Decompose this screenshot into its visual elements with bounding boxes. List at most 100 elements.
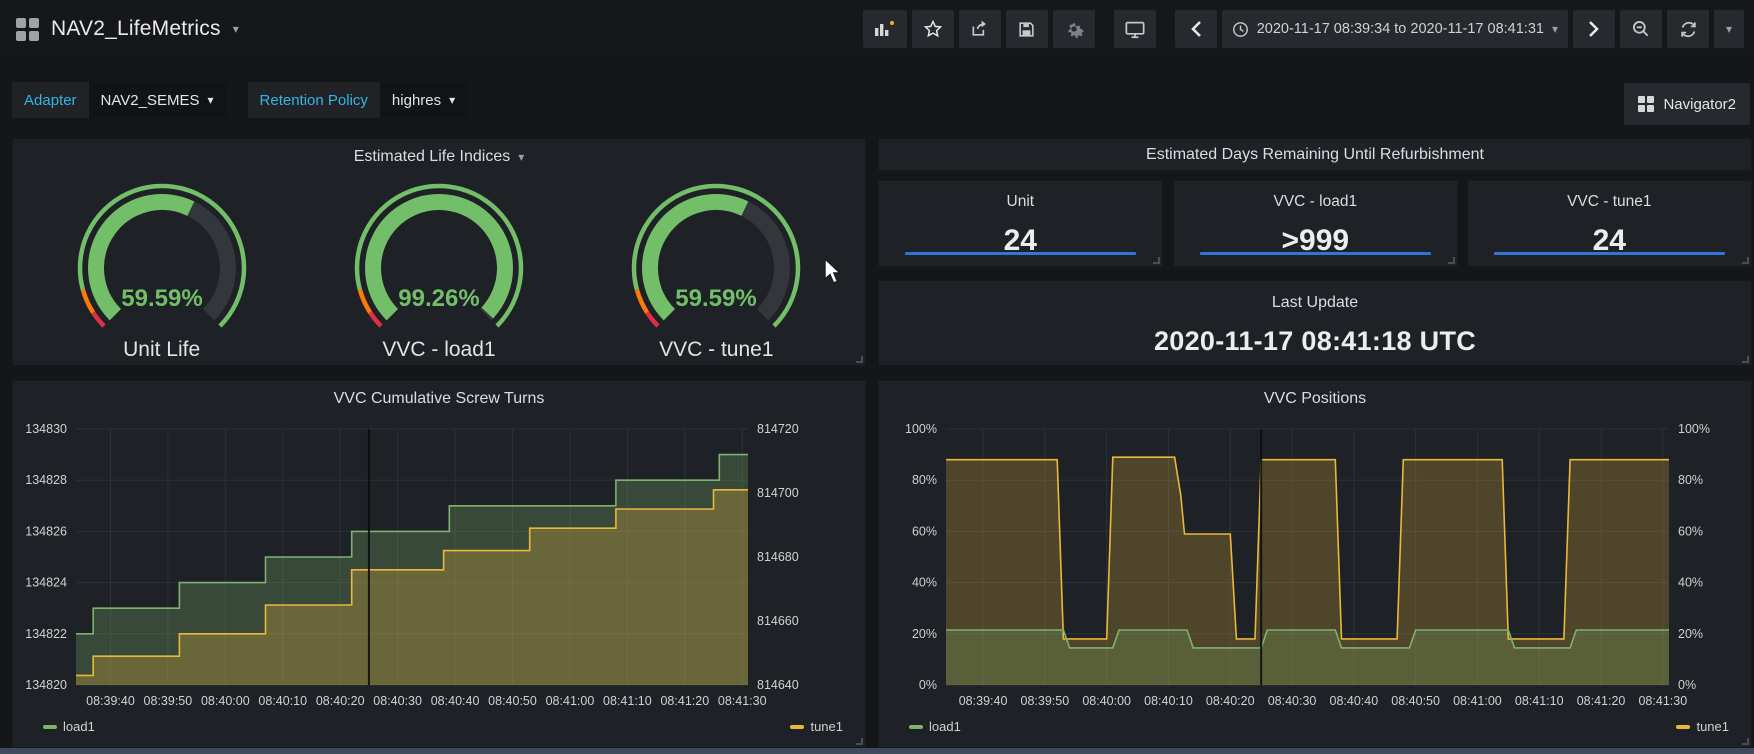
panel-resize-handle[interactable] [1742,738,1749,745]
share-dashboard-button[interactable] [959,10,1001,48]
gauge-arc: 59.59% [601,170,831,342]
refresh-dashboard-button[interactable] [1667,10,1709,48]
panel-last-update: Last Update 2020-11-17 08:41:18 UTC [878,280,1752,366]
x-axis-tick: 08:40:40 [431,694,480,708]
time-range-label: 2020-11-17 08:39:34 to 2020-11-17 08:41:… [1257,21,1544,37]
dashboard-title-button[interactable]: NAV2_LifeMetrics ▾ [0,17,239,41]
time-range-back-button[interactable] [1175,10,1217,48]
x-axis-tick: 08:40:00 [1082,694,1131,708]
x-axis-tick: 08:40:10 [1144,694,1193,708]
y-axis-tick-left: 134826 [25,524,67,538]
y-axis-tick-right: 100% [1678,422,1710,436]
legend-item-load1[interactable]: load1 [909,719,961,734]
navigator2-button[interactable]: Navigator2 [1624,83,1750,125]
panel-vvc-cumulative-screw-turns: VVC Cumulative Screw Turns13482013482213… [12,380,866,748]
stat-card-vvc-tune1: VVC - tune1 24 [1467,180,1752,267]
clock-icon [1232,21,1249,38]
panel-title[interactable]: VVC Positions [1264,390,1366,408]
panel-title[interactable]: Estimated Days Remaining Until Refurbish… [879,139,1751,164]
x-axis-tick: 08:40:30 [373,694,422,708]
variable-value-dropdown[interactable]: highres▾ [380,82,467,118]
y-axis-tick-left: 100% [905,422,937,436]
y-axis-tick-right: 814700 [757,486,799,500]
panel-menu-caret-icon[interactable]: ▾ [518,150,524,164]
y-axis-tick-left: 0% [919,678,937,692]
y-axis-tick-left: 40% [912,576,937,590]
add-panel-button[interactable] [863,10,907,48]
panel-resize-handle[interactable] [1153,257,1160,264]
panel-resize-handle[interactable] [1742,356,1749,363]
zoom-out-time-range-button[interactable] [1620,10,1662,48]
gauge-label: Unit Life [123,338,200,362]
x-axis-tick: 08:39:50 [1021,694,1070,708]
gauge-arc: 99.26% [324,170,554,342]
time-range-picker[interactable]: 2020-11-17 08:39:34 to 2020-11-17 08:41:… [1222,10,1568,48]
legend-item-tune1[interactable]: tune1 [1676,719,1729,734]
panel-title[interactable]: Estimated Life Indices [354,148,511,166]
panel-days-remaining-header: Estimated Days Remaining Until Refurbish… [878,138,1752,171]
gauge-value: 99.26% [398,285,479,312]
legend-swatch-icon [790,725,804,729]
stat-sparkline [905,252,1136,255]
x-axis-tick: 08:41:30 [1638,694,1687,708]
x-axis-tick: 08:40:50 [1391,694,1440,708]
navigator2-label: Navigator2 [1663,96,1736,113]
y-axis-tick-right: 814720 [757,422,799,436]
gauge-value: 59.59% [676,285,757,312]
top-navbar: NAV2_LifeMetrics ▾ 2020-11-17 08:39:34 t… [0,0,1754,58]
x-axis-tick: 08:39:50 [144,694,193,708]
x-axis-tick: 08:41:00 [546,694,595,708]
x-axis-tick: 08:41:20 [1577,694,1626,708]
save-dashboard-button[interactable] [1006,10,1048,48]
legend-swatch-icon [1676,725,1690,729]
gauge-arc: 59.59% [47,170,277,342]
gauge-row: 59.59% Unit Life 99.26% VVC - load1 59.59% VV… [13,166,865,362]
stat-sparkline [1494,252,1725,255]
stat-card-unit: Unit 24 [878,180,1163,267]
chart-legend: load1 tune1 [879,719,1751,739]
stat-title[interactable]: VVC - tune1 [1468,181,1751,211]
last-update-value: 2020-11-17 08:41:18 UTC [879,326,1751,357]
y-axis-tick-left: 134822 [25,627,67,641]
x-axis-tick: 08:39:40 [959,694,1008,708]
panel-resize-handle[interactable] [1448,257,1455,264]
panel-resize-handle[interactable] [856,738,863,745]
y-axis-tick-left: 134828 [25,473,67,487]
panel-title[interactable]: VVC Cumulative Screw Turns [334,390,545,408]
y-axis-tick-right: 814640 [757,678,799,692]
legend-swatch-icon [43,725,57,729]
panel-estimated-life-indices: Estimated Life Indices ▾ 59.59% Unit Life… [12,138,866,366]
stat-card-vvc-load1: VVC - load1 >999 [1173,180,1458,267]
bottom-scrollbar[interactable] [0,748,1754,754]
gauge-vvc-tune1: 59.59% VVC - tune1 [601,170,831,362]
gauge-label: VVC - tune1 [659,338,773,362]
time-range-forward-button[interactable] [1573,10,1615,48]
stat-title[interactable]: Unit [879,181,1162,211]
variable-value-dropdown[interactable]: NAV2_SEMES▾ [89,82,226,118]
dashboard-settings-button[interactable] [1053,10,1095,48]
template-variables-row: AdapterNAV2_SEMES▾ Retention Policyhighre… [12,82,467,118]
star-dashboard-button[interactable] [912,10,954,48]
stat-title[interactable]: VVC - load1 [1174,181,1457,211]
y-axis-tick-right: 0% [1678,678,1696,692]
legend-item-load1[interactable]: load1 [43,719,95,734]
stat-sparkline [1200,252,1431,255]
panel-title[interactable]: Last Update [879,281,1751,312]
legend-swatch-icon [909,725,923,729]
gauge-label: VVC - load1 [382,338,495,362]
y-axis-tick-right: 80% [1678,473,1703,487]
y-axis-tick-right: 814680 [757,550,799,564]
panel-resize-handle[interactable] [856,356,863,363]
refresh-interval-dropdown[interactable]: ▾ [1714,10,1744,48]
x-axis-tick: 08:41:30 [718,694,767,708]
panel-vvc-positions: VVC Positions0%20%40%60%80%100%0%20%40%6… [878,380,1752,748]
panel-resize-handle[interactable] [1742,257,1749,264]
variable-adapter: AdapterNAV2_SEMES▾ [12,82,226,118]
gauge-value: 59.59% [121,285,202,312]
grid-icon [1638,96,1654,112]
cycle-view-mode-button[interactable] [1114,10,1156,48]
x-axis-tick: 08:41:10 [603,694,652,708]
y-axis-tick-left: 80% [912,473,937,487]
variable-retention-policy: Retention Policyhighres▾ [248,82,468,118]
legend-item-tune1[interactable]: tune1 [790,719,843,734]
